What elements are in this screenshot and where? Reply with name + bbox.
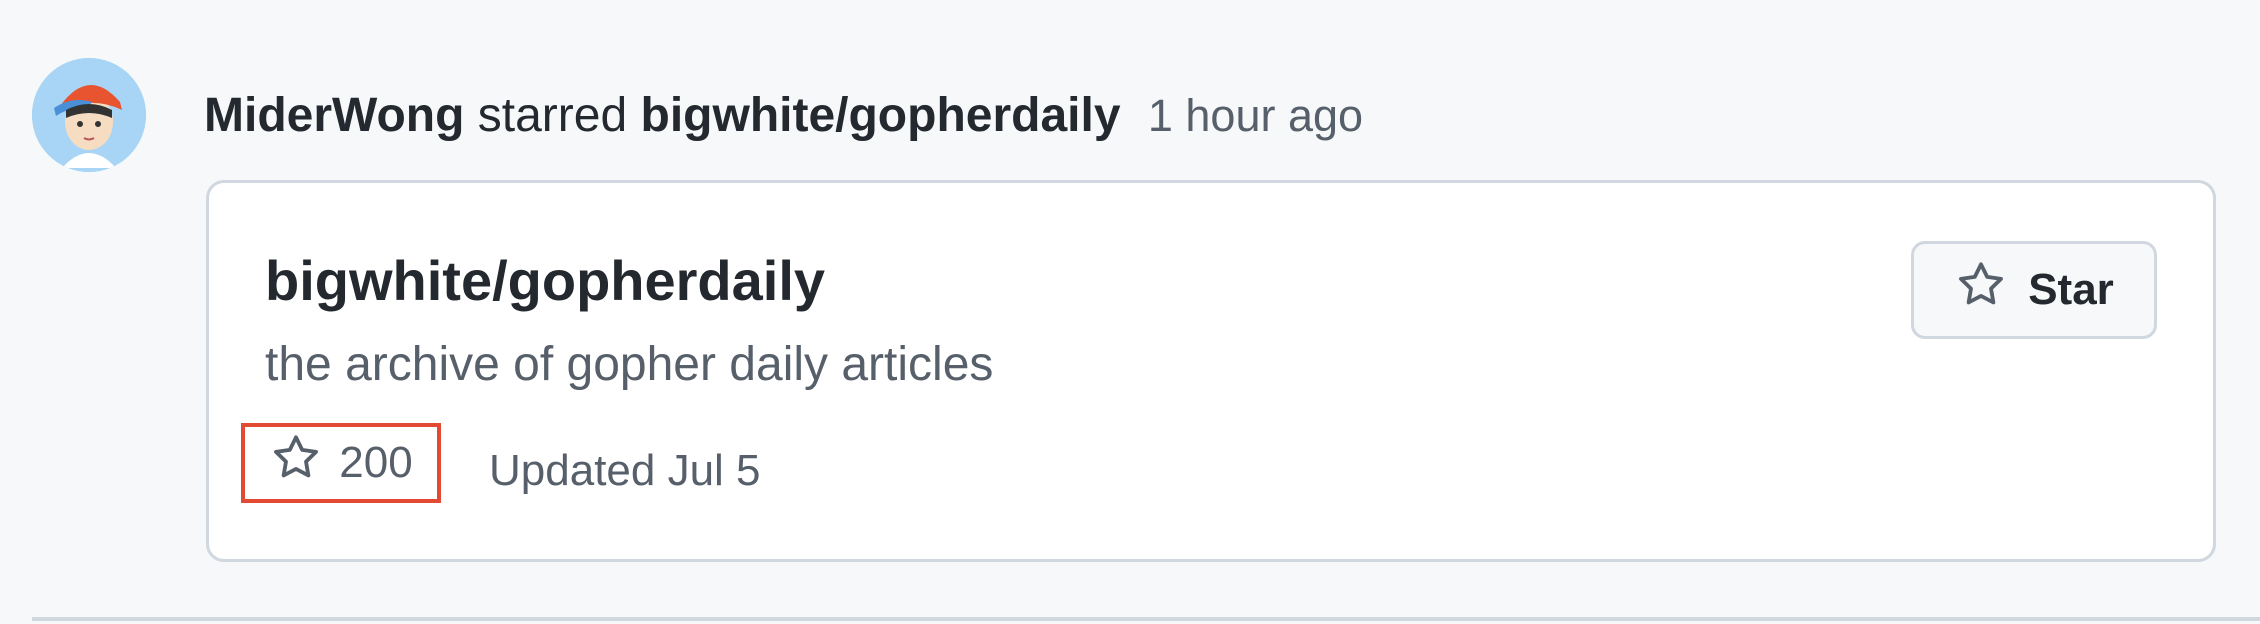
repo-card: bigwhite/gopherdaily the archive of goph… (206, 180, 2216, 562)
feed-divider (32, 617, 2260, 621)
star-icon (1954, 258, 2008, 323)
repo-link[interactable]: bigwhite/gopherdaily (641, 89, 1121, 142)
stars-count: 200 (339, 438, 413, 487)
activity-headline: MiderWong starred bigwhite/gopherdaily 1… (204, 84, 1363, 148)
action-text: starred (477, 89, 628, 142)
event-time[interactable]: 1 hour ago (1148, 90, 1363, 141)
stargazers-count[interactable]: 200 (241, 423, 441, 503)
star-icon (269, 431, 323, 496)
updated-date: Updated Jul 5 (489, 446, 761, 495)
repo-title-link[interactable]: bigwhite/gopherdaily (265, 249, 825, 313)
repo-description: the archive of gopher daily articles (265, 338, 994, 391)
star-button[interactable]: Star (1911, 241, 2157, 339)
actor-link[interactable]: MiderWong (204, 89, 464, 142)
star-button-label: Star (2028, 265, 2114, 314)
avatar[interactable] (32, 58, 146, 172)
